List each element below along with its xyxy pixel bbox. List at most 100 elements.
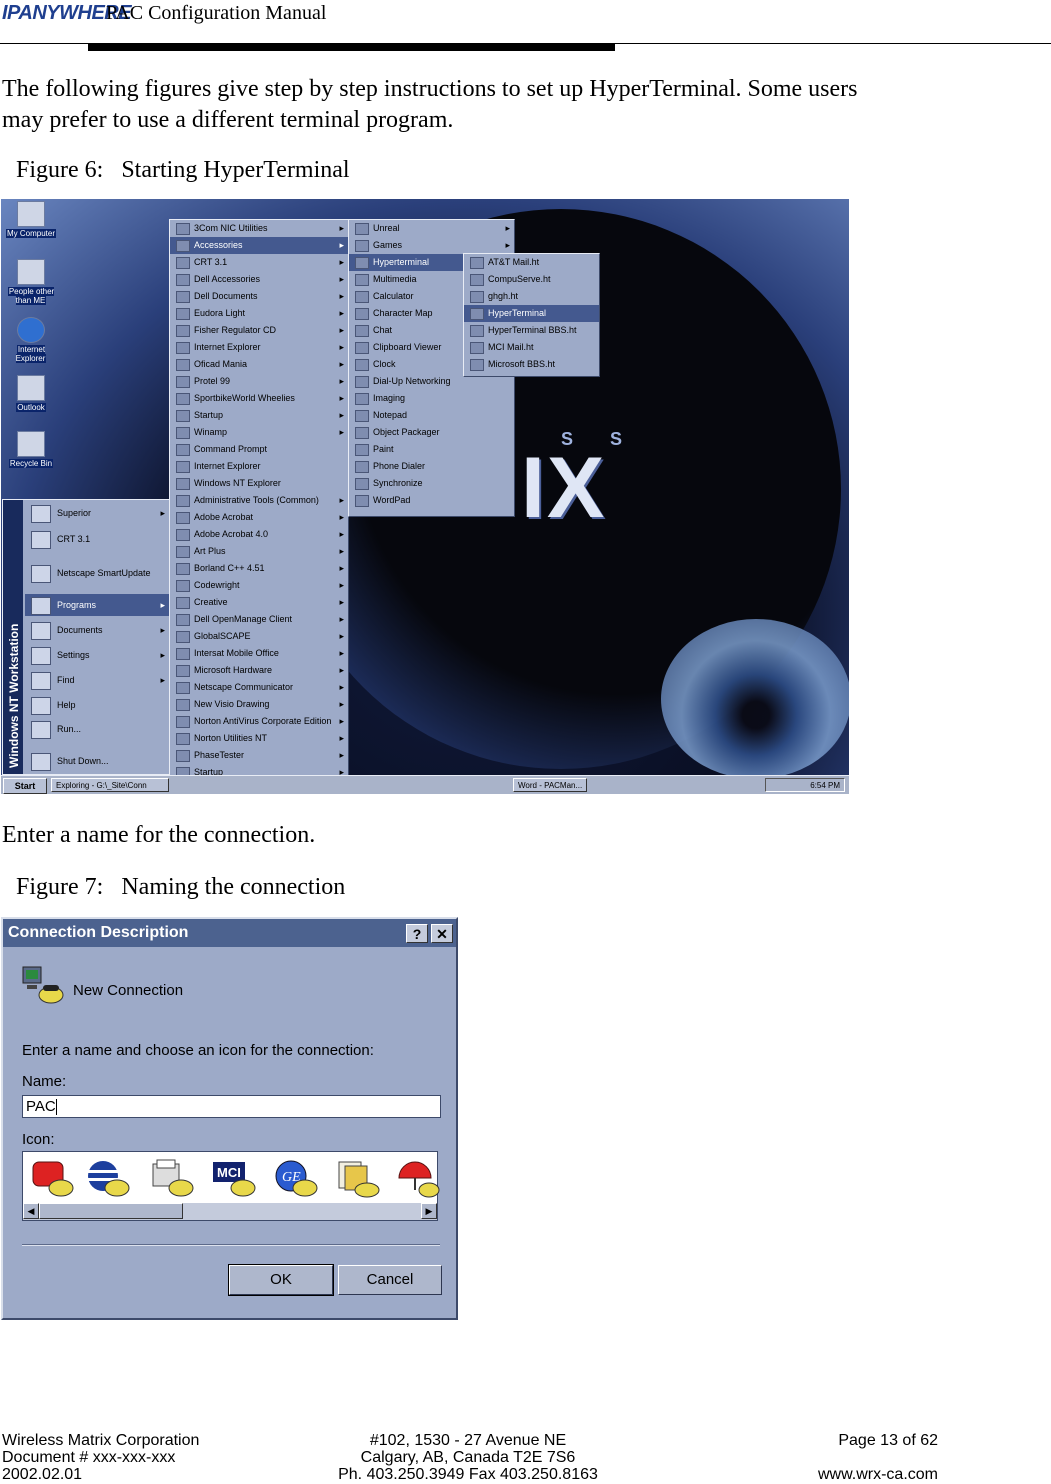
footer-web[interactable]: www.wrx-ca.com <box>760 1466 938 1484</box>
menu-item[interactable]: AT&T Mail.ht <box>464 254 599 271</box>
start-item-crt[interactable]: CRT 3.1 <box>25 528 169 550</box>
menu-item[interactable]: Fisher Regulator CD <box>170 322 348 339</box>
start-item-find[interactable]: Find <box>25 669 169 691</box>
menu-item[interactable]: WordPad <box>349 492 514 509</box>
start-item-netscape[interactable]: Netscape SmartUpdate <box>25 562 169 584</box>
menu-item[interactable]: Creative <box>170 594 348 611</box>
menu-item[interactable]: SportbikeWorld Wheelies <box>170 390 348 407</box>
menu-item[interactable]: GlobalSCAPE <box>170 628 348 645</box>
menu-item[interactable]: CRT 3.1 <box>170 254 348 271</box>
intro-line-1: The following figures give step by step … <box>2 76 858 102</box>
menu-item[interactable]: Paint <box>349 441 514 458</box>
outlook-icon[interactable]: Outlook <box>1 375 61 412</box>
menu-item[interactable]: New Visio Drawing <box>170 696 348 713</box>
start-item-help[interactable]: Help <box>25 694 169 716</box>
menu-item[interactable]: Startup <box>170 407 348 424</box>
menu-item[interactable]: Winamp <box>170 424 348 441</box>
footer-date: 2002.02.01 <box>2 1466 83 1483</box>
start-menu: Windows NT Workstation Superior CRT 3.1 … <box>2 499 170 775</box>
fax-phone-icon[interactable] <box>149 1158 195 1198</box>
start-item-settings[interactable]: Settings <box>25 644 169 666</box>
scroll-left-icon[interactable]: ◀ <box>23 1203 39 1219</box>
connection-description-dialog: Connection Description ? ✕ New Connectio… <box>1 917 458 1320</box>
start-button[interactable]: Start <box>3 778 47 794</box>
menu-item[interactable]: Oficad Mania <box>170 356 348 373</box>
menu-item[interactable]: Norton Utilities NT <box>170 730 348 747</box>
menu-item[interactable]: CompuServe.ht <box>464 271 599 288</box>
programs-menu: 3Com NIC Utilities Accessories CRT 3.1 D… <box>169 219 349 793</box>
menu-item[interactable]: HyperTerminal BBS.ht <box>464 322 599 339</box>
start-menu-band: Windows NT Workstation <box>3 500 23 774</box>
menu-item[interactable]: Netscape Communicator <box>170 679 348 696</box>
help-button[interactable]: ? <box>406 924 428 943</box>
scroll-thumb[interactable] <box>39 1203 183 1219</box>
menu-item[interactable]: Dell OpenManage Client <box>170 611 348 628</box>
start-item-shutdown[interactable]: Shut Down... <box>25 750 169 772</box>
umbrella-phone-icon[interactable] <box>395 1158 441 1198</box>
menu-item[interactable]: Unreal <box>349 220 514 237</box>
connection-instruction: Enter a name for the connection. <box>2 822 316 848</box>
mci-phone-icon[interactable]: MCI <box>211 1158 257 1198</box>
menu-item[interactable]: Microsoft BBS.ht <box>464 356 599 373</box>
menu-item[interactable]: Eudora Light <box>170 305 348 322</box>
menu-item[interactable]: PhaseTester <box>170 747 348 764</box>
ok-button[interactable]: OK <box>228 1264 334 1296</box>
dialog-separator <box>22 1244 440 1246</box>
task-exploring[interactable]: Exploring - G:\_Site\Conn <box>51 778 169 792</box>
red-phone-icon[interactable] <box>31 1158 77 1198</box>
people-icon[interactable]: People other than ME <box>1 259 61 305</box>
footer-address-1: #102, 1530 - 27 Avenue NE <box>369 1432 567 1449</box>
menu-item-hyperterminal[interactable]: HyperTerminal <box>464 305 599 322</box>
icon-picker[interactable]: MCI GE ◀ ▶ <box>22 1151 441 1221</box>
menu-item-accessories[interactable]: Accessories <box>170 237 348 254</box>
menu-item[interactable]: Phone Dialer <box>349 458 514 475</box>
menu-item[interactable]: Adobe Acrobat <box>170 509 348 526</box>
start-item-programs[interactable]: Programs <box>25 594 169 616</box>
menu-item[interactable]: Notepad <box>349 407 514 424</box>
menu-item[interactable]: Internet Explorer <box>170 339 348 356</box>
menu-item[interactable]: Dell Documents <box>170 288 348 305</box>
new-connection-icon <box>22 966 64 1004</box>
name-field[interactable]: PAC <box>22 1095 441 1118</box>
menu-item[interactable]: Protel 99 <box>170 373 348 390</box>
new-connection-label: New Connection <box>73 982 184 999</box>
menu-item[interactable]: Synchronize <box>349 475 514 492</box>
menu-item[interactable]: Intersat Mobile Office <box>170 645 348 662</box>
menu-item[interactable]: Internet Explorer <box>170 458 348 475</box>
menu-item[interactable]: Administrative Tools (Common) <box>170 492 348 509</box>
my-computer-icon[interactable]: My Computer <box>1 201 61 238</box>
menu-item[interactable]: Imaging <box>349 390 514 407</box>
name-value: PAC <box>26 1098 56 1115</box>
icon-scrollbar[interactable]: ◀ ▶ <box>23 1203 437 1220</box>
documents-phone-icon[interactable] <box>335 1158 381 1198</box>
menu-item[interactable]: MCI Mail.ht <box>464 339 599 356</box>
cancel-button[interactable]: Cancel <box>338 1265 442 1295</box>
menu-item[interactable]: Codewright <box>170 577 348 594</box>
menu-item[interactable]: Norton AntiVirus Corporate Edition <box>170 713 348 730</box>
recycle-bin-icon[interactable]: Recycle Bin <box>1 431 61 468</box>
menu-item[interactable]: Art Plus <box>170 543 348 560</box>
menu-item[interactable]: 3Com NIC Utilities <box>170 220 348 237</box>
menu-item[interactable]: ghgh.ht <box>464 288 599 305</box>
menu-item[interactable]: Dell Accessories <box>170 271 348 288</box>
menu-item[interactable]: Windows NT Explorer <box>170 475 348 492</box>
internet-explorer-icon[interactable]: Internet Explorer <box>1 317 61 363</box>
menu-item[interactable]: Games <box>349 237 514 254</box>
manual-title: PAC Configuration Manual <box>106 2 327 24</box>
menu-item[interactable]: Object Packager <box>349 424 514 441</box>
start-item-documents[interactable]: Documents <box>25 619 169 641</box>
name-label: Name: <box>22 1073 67 1090</box>
intro-line-2: may prefer to use a different terminal p… <box>2 107 454 133</box>
task-word[interactable]: Word - PACMan... <box>513 778 587 792</box>
menu-item[interactable]: Borland C++ 4.51 <box>170 560 348 577</box>
menu-item[interactable]: Adobe Acrobat 4.0 <box>170 526 348 543</box>
scroll-right-icon[interactable]: ▶ <box>421 1203 437 1219</box>
start-item-run[interactable]: Run... <box>25 718 169 740</box>
menu-item[interactable]: Command Prompt <box>170 441 348 458</box>
close-button[interactable]: ✕ <box>431 924 453 943</box>
figure-7-caption: Figure 7: Naming the connection <box>16 874 346 900</box>
globe-phone-icon[interactable] <box>85 1158 131 1198</box>
menu-item[interactable]: Microsoft Hardware <box>170 662 348 679</box>
start-item-superior[interactable]: Superior <box>25 502 169 524</box>
ge-phone-icon[interactable]: GE <box>273 1158 319 1198</box>
